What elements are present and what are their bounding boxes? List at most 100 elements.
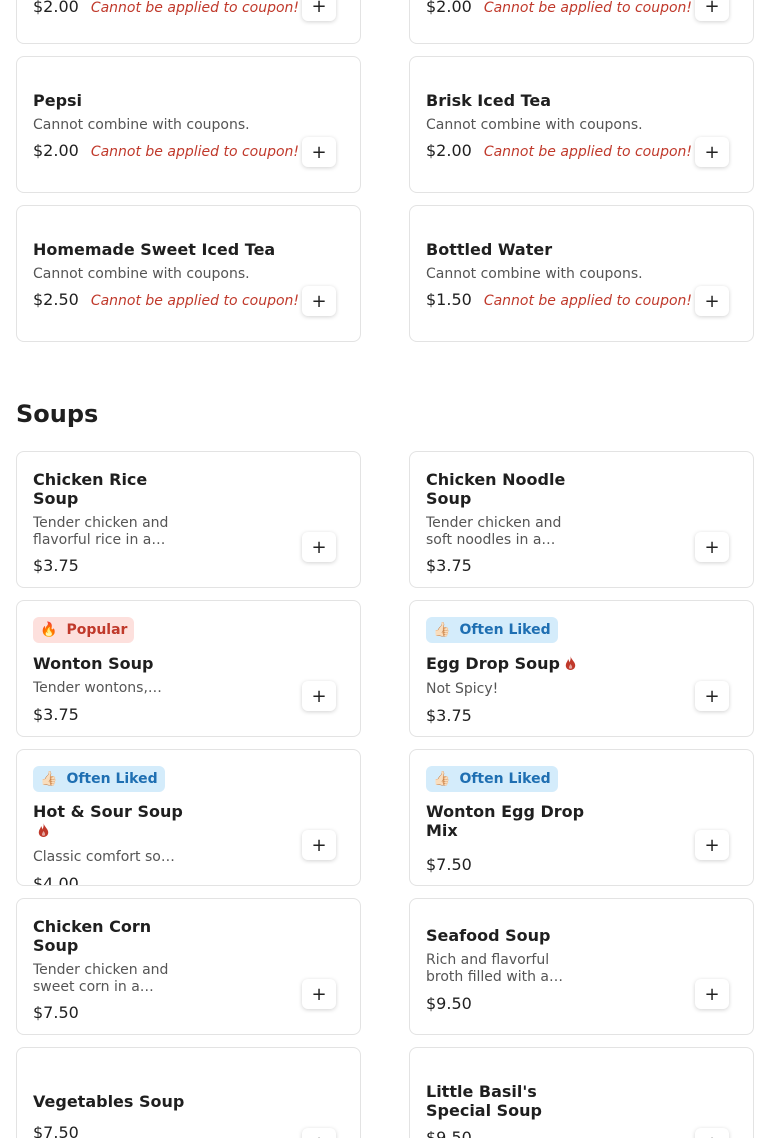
coupon-note: Cannot be applied to coupon! <box>483 0 693 16</box>
item-description: Classic comfort sou… <box>33 849 183 865</box>
menu-item-card[interactable]: Homemade Sweet Iced Tea Cannot combine w… <box>16 205 361 342</box>
item-price: $2.00 <box>33 141 79 160</box>
menu-item-card[interactable]: Pepsi Cannot combine with coupons. $2.00… <box>16 56 361 193</box>
menu-item-card[interactable]: Bottled Water Cannot combine with coupon… <box>409 205 754 342</box>
menu-item-card[interactable]: 👍🏻 Often Liked Wonton Egg Drop Mix $7.50… <box>409 749 754 886</box>
plus-icon: + <box>704 290 720 312</box>
add-button[interactable]: + <box>302 286 336 316</box>
plus-icon: + <box>704 685 720 707</box>
plus-icon: + <box>311 834 327 856</box>
plus-icon: + <box>311 536 327 558</box>
menu-item-card[interactable]: 👍🏻 Often Liked Hot & Sour Soup Classic c… <box>16 749 361 886</box>
often-liked-badge: 👍🏻 Often Liked <box>426 766 558 792</box>
plus-icon: + <box>704 1133 719 1138</box>
thumbs-up-icon: 👍🏻 <box>433 622 451 638</box>
item-description: Cannot combine with coupons. <box>33 117 250 133</box>
often-liked-badge: 👍🏻 Often Liked <box>426 617 558 643</box>
fire-icon: 🔥 <box>40 622 58 638</box>
item-price: $1.50 <box>426 290 472 309</box>
add-button[interactable]: + <box>695 1128 729 1138</box>
item-name: Vegetables Soup <box>33 1092 185 1111</box>
item-description: Not Spicy! <box>426 681 499 697</box>
item-name: Wonton Soup <box>33 654 154 673</box>
menu-item-card[interactable]: Little Basil's Special Soup $9.50 + <box>409 1047 754 1138</box>
plus-icon: + <box>704 834 720 856</box>
plus-icon: + <box>311 685 327 707</box>
item-name: Homemade Sweet Iced Tea <box>33 240 276 259</box>
menu-item-card[interactable]: Vegetables Soup $7.50 + <box>16 1047 361 1138</box>
plus-icon: + <box>311 0 327 17</box>
plus-icon: + <box>311 141 327 163</box>
plus-icon: + <box>311 983 327 1005</box>
item-name: Chicken Noodle Soup <box>426 470 566 508</box>
add-button[interactable]: + <box>695 286 729 316</box>
badge-label: Often Liked <box>459 771 551 787</box>
item-description: Tender chicken and sweet corn in a… <box>33 962 169 995</box>
add-button[interactable]: + <box>302 532 336 562</box>
item-name: Little Basil's Special Soup <box>426 1082 543 1120</box>
menu-item-card[interactable]: 👍🏻 Often Liked Egg Drop Soup Not Spicy! … <box>409 600 754 737</box>
item-price: $2.00 <box>33 0 79 16</box>
add-button[interactable]: + <box>302 1128 336 1138</box>
badge-label: Often Liked <box>66 771 158 787</box>
menu-item-card[interactable]: 🔥 Popular Wonton Soup Tender wontons,… $… <box>16 600 361 737</box>
item-description: Cannot combine with coupons. <box>33 266 250 282</box>
coupon-note: Cannot be applied to coupon! <box>90 293 300 309</box>
plus-icon: + <box>311 1133 326 1138</box>
add-button[interactable]: + <box>695 137 729 167</box>
often-liked-badge: 👍🏻 Often Liked <box>33 766 165 792</box>
add-button[interactable]: + <box>302 979 336 1009</box>
price-row: $1.50 Cannot be applied to coupon! <box>426 290 692 309</box>
item-name: Chicken Corn Soup <box>33 917 152 955</box>
plus-icon: + <box>311 290 327 312</box>
item-price: $9.50 <box>426 994 472 1013</box>
item-name: Seafood Soup <box>426 926 551 945</box>
item-name-row: Hot & Sour Soup <box>33 802 193 840</box>
item-description: Cannot combine with coupons. <box>426 117 643 133</box>
price-row: $2.00 Cannot be applied to coupon! <box>426 0 692 16</box>
item-name: Pepsi <box>33 91 83 110</box>
item-name: Chicken Rice Soup <box>33 470 148 508</box>
price-row: $2.00 Cannot be applied to coupon! <box>426 141 692 160</box>
item-price: $7.50 <box>426 855 472 874</box>
item-price: $9.50 <box>426 1128 472 1138</box>
add-button[interactable]: + <box>302 0 336 21</box>
item-name: Bottled Water <box>426 240 553 259</box>
add-button[interactable]: + <box>695 830 729 860</box>
add-button[interactable]: + <box>302 830 336 860</box>
menu-item-card[interactable]: Seafood Soup Rich and flavorful broth fi… <box>409 898 754 1035</box>
item-price: $3.75 <box>426 556 472 575</box>
add-button[interactable]: + <box>302 137 336 167</box>
item-description: Tender chicken and soft noodles in a… <box>426 515 562 548</box>
item-description: Tender chicken and flavorful rice in a… <box>33 515 169 548</box>
add-button[interactable]: + <box>695 681 729 711</box>
price-row: $2.50 Cannot be applied to coupon! <box>33 290 299 309</box>
item-price: $4.00 <box>33 874 79 886</box>
item-name: Brisk Iced Tea <box>426 91 552 110</box>
item-description: Cannot combine with coupons. <box>426 266 643 282</box>
item-name: Wonton Egg Drop Mix <box>426 802 585 840</box>
item-name-row: Egg Drop Soup <box>426 654 576 673</box>
coupon-note: Cannot be applied to coupon! <box>483 144 693 160</box>
menu-item-card[interactable]: Chicken Corn Soup Tender chicken and swe… <box>16 898 361 1035</box>
badge-label: Popular <box>66 622 128 638</box>
item-price: $2.00 <box>426 141 472 160</box>
price-row: $2.00 Cannot be applied to coupon! <box>33 0 299 16</box>
add-button[interactable]: + <box>695 532 729 562</box>
menu-item-card[interactable]: Brisk Iced Tea Cannot combine with coupo… <box>409 56 754 193</box>
badge-label: Often Liked <box>459 622 551 638</box>
plus-icon: + <box>704 141 720 163</box>
coupon-note: Cannot be applied to coupon! <box>90 144 300 160</box>
menu-item-card[interactable]: Chicken Rice Soup Tender chicken and fla… <box>16 451 361 588</box>
plus-icon: + <box>704 0 720 17</box>
add-button[interactable]: + <box>695 0 729 21</box>
price-row: $2.00 Cannot be applied to coupon! <box>33 141 299 160</box>
menu-item-card[interactable]: $2.00 Cannot be applied to coupon! + <box>409 0 754 44</box>
menu-item-card[interactable]: $2.00 Cannot be applied to coupon! + <box>16 0 361 44</box>
item-price: $7.50 <box>33 1003 79 1022</box>
item-price: $3.75 <box>33 705 79 724</box>
item-name: Egg Drop Soup <box>426 654 560 673</box>
add-button[interactable]: + <box>695 979 729 1009</box>
add-button[interactable]: + <box>302 681 336 711</box>
menu-item-card[interactable]: Chicken Noodle Soup Tender chicken and s… <box>409 451 754 588</box>
